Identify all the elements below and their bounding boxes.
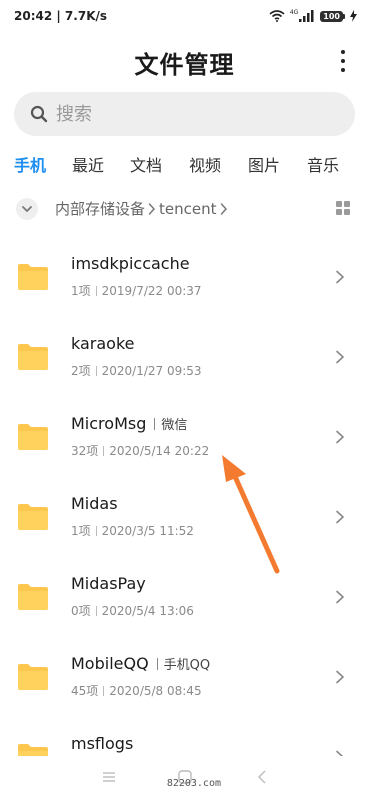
menu-icon[interactable]	[100, 768, 118, 786]
file-list: imsdkpiccache 1项 2019/7/22 00:37 karaoke 2项 2…	[0, 226, 369, 756]
folder-meta: 1项 2019/7/22 00:37	[71, 282, 202, 299]
meta-divider	[103, 685, 105, 696]
search-bar[interactable]	[14, 92, 355, 136]
back-icon[interactable]	[254, 768, 272, 786]
folder-modified-date: 2020/5/8 08:45	[109, 683, 202, 698]
folder-modified-date: 2020/3/5 11:52	[101, 523, 194, 538]
folder-icon	[18, 664, 48, 690]
list-item[interactable]: Midas 1项 2020/3/5 11:52	[0, 480, 369, 560]
battery-icon: 100	[320, 10, 343, 22]
tab-images[interactable]: 图片	[248, 152, 280, 176]
meta-divider	[103, 445, 105, 456]
battery-tip	[343, 13, 345, 19]
folder-name: Midas	[71, 494, 118, 513]
tag-divider	[156, 657, 158, 670]
search-icon	[30, 105, 48, 123]
chevron-right-icon	[220, 202, 227, 215]
list-item[interactable]: MidasPay 0项 2020/5/4 13:06	[0, 560, 369, 640]
folder-icon	[18, 504, 48, 530]
chevron-right-icon	[336, 430, 344, 444]
folder-name-row: MobileQQ 手机QQ	[71, 654, 210, 673]
folder-item-count: 0项	[71, 604, 91, 618]
wifi-icon	[269, 10, 285, 22]
meta-divider	[95, 365, 97, 376]
folder-icon	[18, 344, 48, 370]
breadcrumb-item-tencent[interactable]: tencent	[159, 200, 216, 218]
page-title: 文件管理	[134, 51, 235, 79]
folder-name: MobileQQ	[71, 654, 149, 673]
folder-item-count: 45项	[71, 684, 99, 698]
folder-item-count: 32项	[71, 444, 99, 458]
folder-modified-date: 2020/5/14 20:22	[109, 443, 210, 458]
folder-meta: 32项 2020/5/14 20:22	[71, 442, 209, 459]
breadcrumb-path: 内部存储设备 tencent	[55, 198, 231, 219]
status-icons: 4G 100	[269, 8, 357, 24]
status-time-speed: 20:42 | 7.7K/s	[14, 9, 108, 23]
folder-icon	[18, 264, 48, 290]
tab-recent[interactable]: 最近	[72, 152, 104, 176]
folder-name-row: karaoke	[71, 334, 135, 353]
list-item[interactable]: imsdkpiccache 1项 2019/7/22 00:37	[0, 240, 369, 320]
tab-music[interactable]: 音乐	[307, 152, 339, 176]
meta-divider	[95, 525, 97, 536]
folder-name-row: msflogs	[71, 734, 133, 753]
folder-name-row: MicroMsg 微信	[71, 414, 187, 433]
status-bar: 20:42 | 7.7K/s 4G 100	[0, 0, 369, 34]
system-nav-bar: 82203.com	[0, 756, 369, 800]
folder-meta: 2项 2020/1/27 09:53	[71, 362, 202, 379]
folder-name: MicroMsg	[71, 414, 147, 433]
folder-item-count: 1项	[71, 284, 91, 298]
tab-phone[interactable]: 手机	[14, 152, 46, 176]
watermark: 82203.com	[166, 778, 221, 789]
folder-icon	[18, 424, 48, 450]
charging-icon	[350, 10, 357, 22]
meta-divider	[95, 605, 97, 616]
folder-icon	[18, 584, 48, 610]
folder-meta: 0项 2020/5/4 13:06	[71, 602, 194, 619]
collapse-button[interactable]	[16, 198, 38, 220]
folder-tag: 手机QQ	[163, 658, 211, 673]
folder-tag: 微信	[161, 418, 188, 433]
more-options-icon[interactable]	[337, 50, 349, 72]
folder-meta: 1项 2020/3/5 11:52	[71, 522, 194, 539]
network-type: 4G	[289, 8, 299, 16]
grid-view-icon[interactable]	[336, 201, 350, 215]
tag-divider	[154, 417, 156, 430]
chevron-right-icon	[336, 590, 344, 604]
chevron-down-icon	[22, 206, 32, 212]
chevron-right-icon	[336, 670, 344, 684]
folder-name-row: MidasPay	[71, 574, 146, 593]
folder-modified-date: 2020/5/4 13:06	[101, 603, 194, 618]
tab-videos[interactable]: 视频	[189, 152, 221, 176]
list-item[interactable]: MicroMsg 微信 32项 2020/5/14 20:22	[0, 400, 369, 480]
list-item[interactable]: MobileQQ 手机QQ 45项 2020/5/8 08:45	[0, 640, 369, 720]
folder-name-row: Midas	[71, 494, 118, 513]
folder-meta: 45项 2020/5/8 08:45	[71, 682, 202, 699]
folder-name: msflogs	[71, 734, 134, 753]
breadcrumb: 内部存储设备 tencent	[0, 195, 369, 223]
folder-name: karaoke	[71, 334, 135, 353]
folder-item-count: 2项	[71, 364, 91, 378]
chevron-right-icon	[336, 270, 344, 284]
meta-divider	[95, 285, 97, 296]
tab-documents[interactable]: 文档	[130, 152, 162, 176]
folder-name: MidasPay	[71, 574, 146, 593]
chevron-right-icon	[148, 202, 156, 215]
chevron-right-icon	[336, 350, 344, 364]
folder-modified-date: 2019/7/22 00:37	[101, 283, 202, 298]
breadcrumb-item-internal-storage[interactable]: 内部存储设备	[55, 198, 145, 219]
folder-name: imsdkpiccache	[71, 254, 190, 273]
category-tabs: 手机 最近 文档 视频 图片 音乐	[0, 152, 369, 176]
folder-modified-date: 2020/1/27 09:53	[101, 363, 202, 378]
list-item[interactable]: msflogs	[0, 720, 369, 756]
folder-name-row: imsdkpiccache	[71, 254, 190, 273]
list-item[interactable]: karaoke 2项 2020/1/27 09:53	[0, 320, 369, 400]
folder-item-count: 1项	[71, 524, 91, 538]
signal-icon	[299, 10, 314, 22]
chevron-right-icon	[336, 510, 344, 524]
search-input[interactable]	[56, 92, 336, 136]
folder-icon	[18, 744, 48, 756]
